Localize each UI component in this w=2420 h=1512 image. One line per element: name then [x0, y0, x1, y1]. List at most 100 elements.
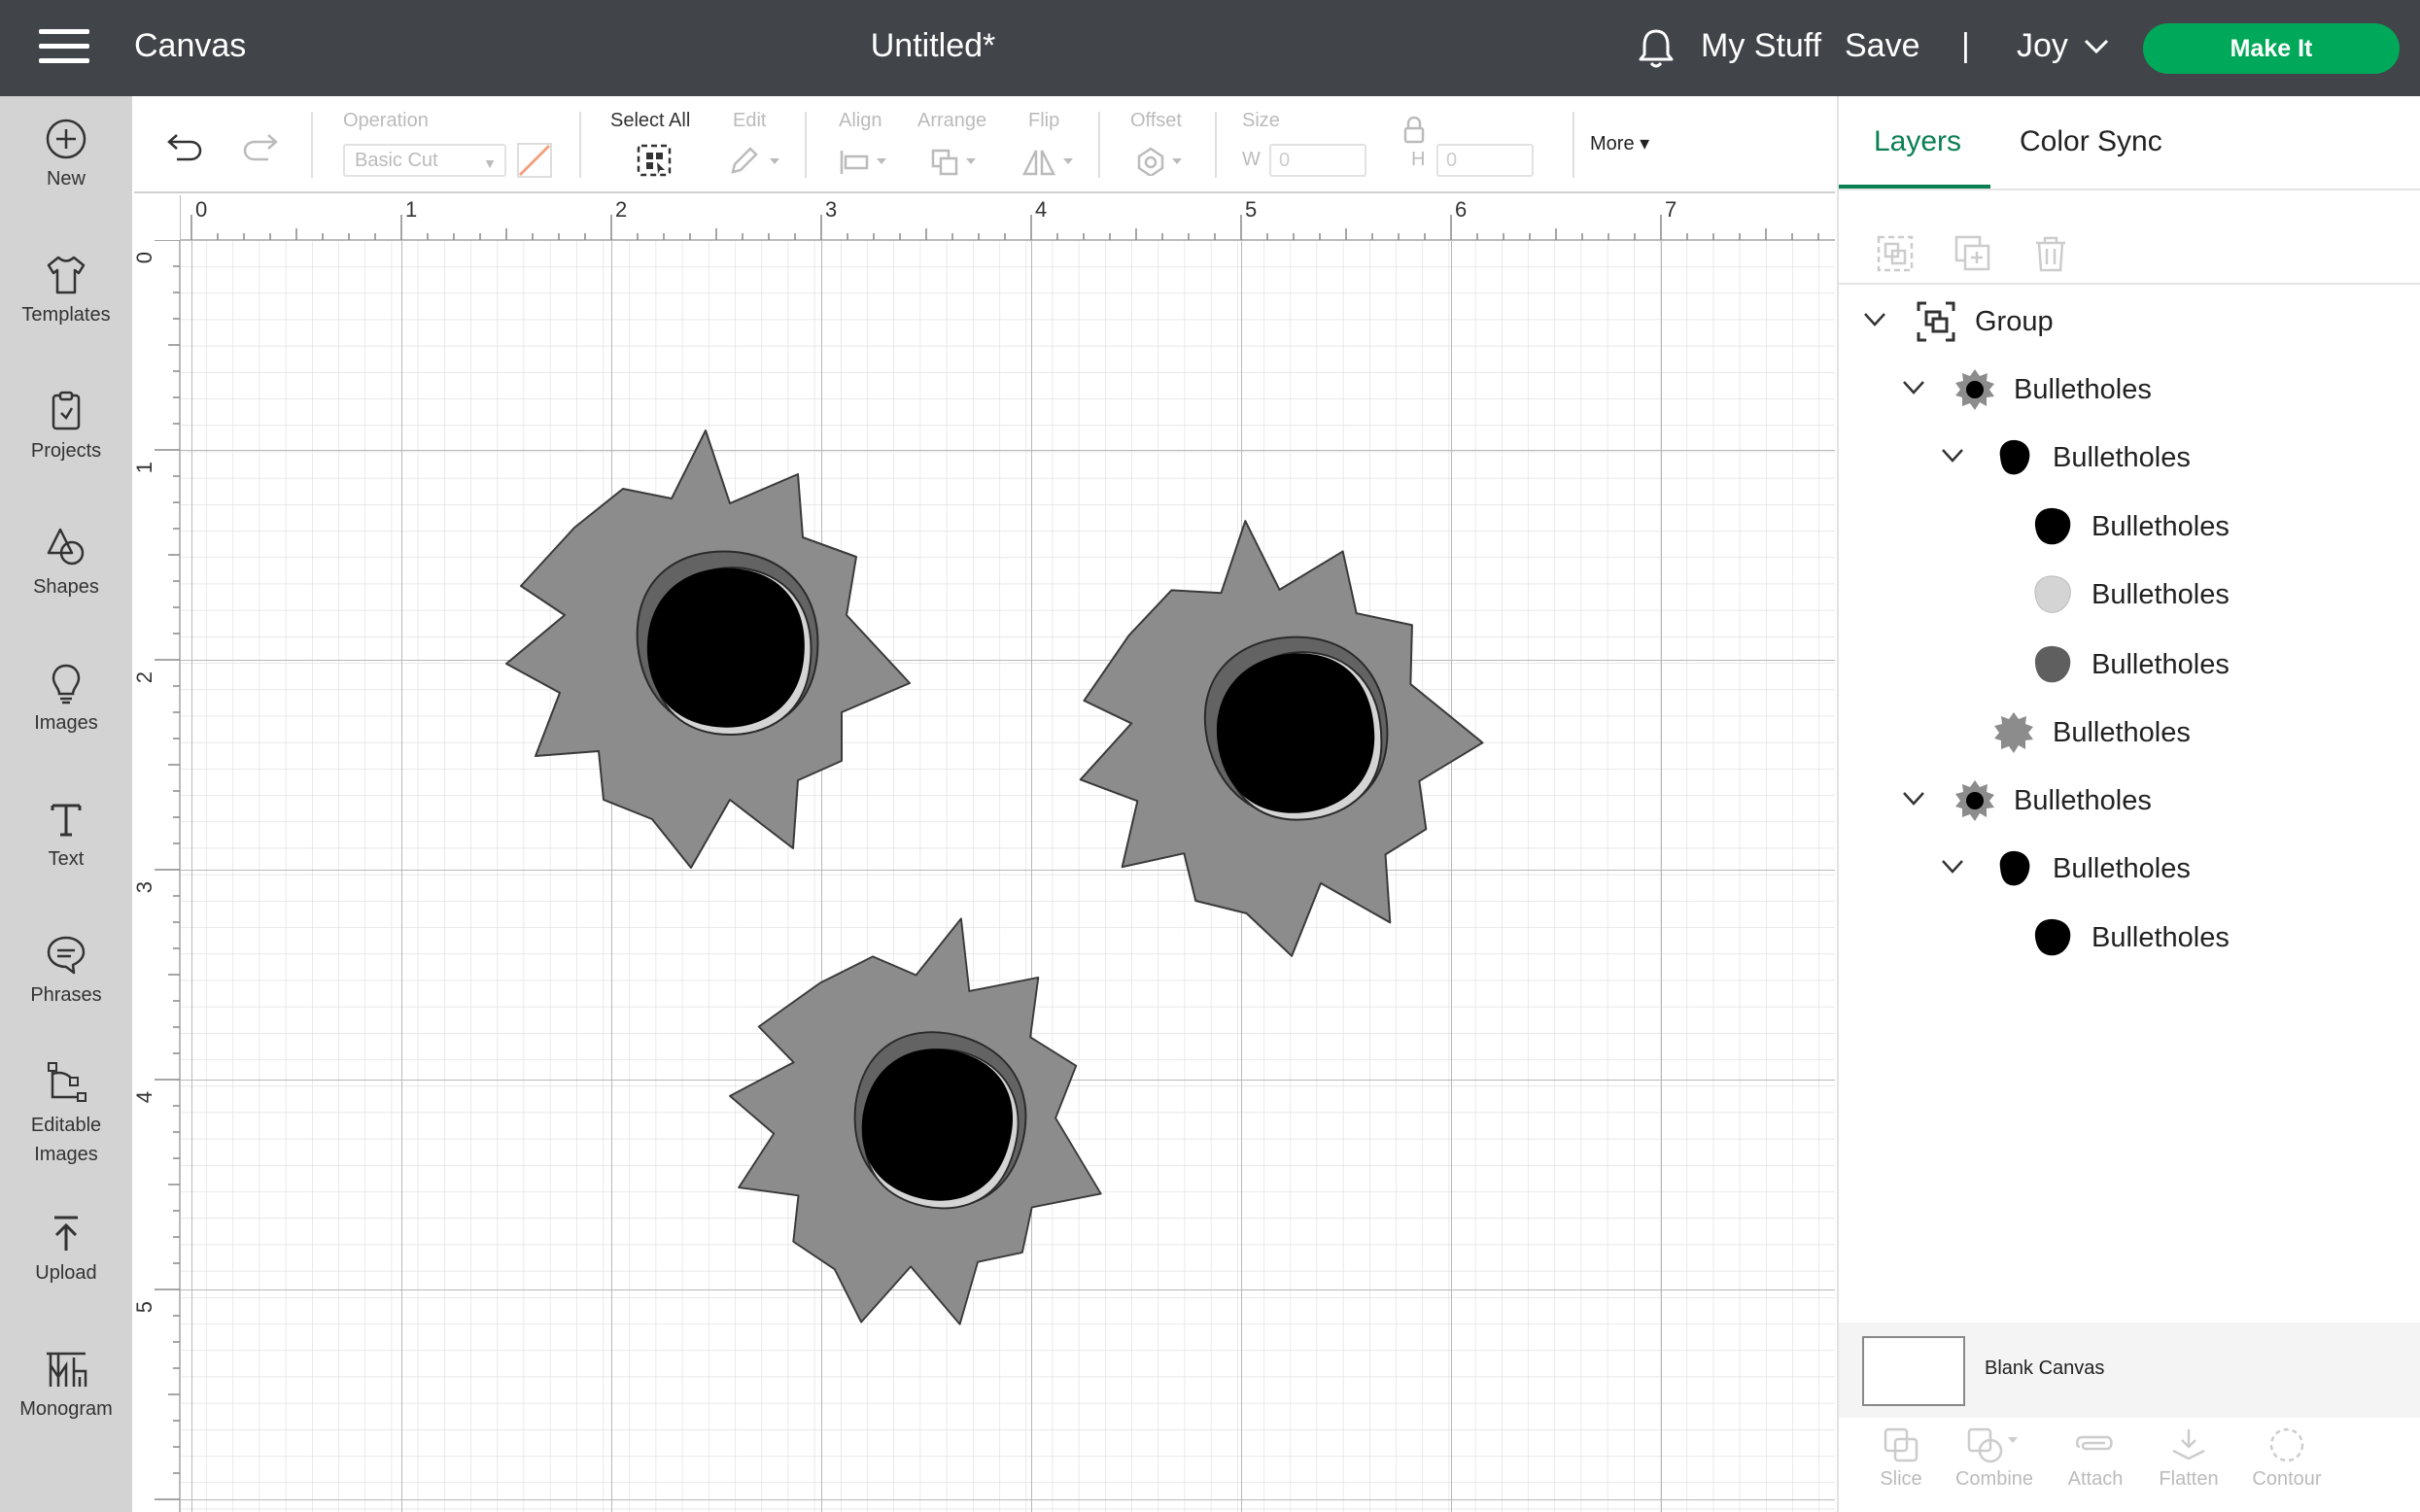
blank-canvas-row[interactable]: Blank Canvas	[1839, 1323, 2420, 1418]
layers-panel: Layers Color Sync Group Bulletholes Bull…	[1837, 96, 2420, 1512]
trash-icon[interactable]	[2031, 234, 2070, 273]
flatten-label: Flatten	[2159, 1468, 2219, 1490]
offset-icon[interactable]	[1135, 147, 1190, 176]
arrange-icon[interactable]	[929, 147, 984, 176]
chevron-down-icon[interactable]	[1940, 857, 1965, 876]
flip-icon[interactable]	[1020, 147, 1079, 176]
toolbar-separator	[1215, 112, 1217, 178]
select-all-icon[interactable]	[636, 143, 673, 178]
layer-row[interactable]: Bulletholes	[1839, 355, 2420, 425]
ruler-top-label: 7	[1665, 197, 1677, 222]
bottom-tools: Slice Combine Attach Flatten Contour	[1839, 1418, 2420, 1512]
layer-name: Bulletholes	[2092, 511, 2230, 542]
redo-icon[interactable]	[241, 129, 280, 162]
sidebar-item-editable-images[interactable]: Editable Images	[0, 1060, 132, 1169]
paperclip-icon	[2076, 1435, 2113, 1451]
sidebar-item-phrases[interactable]: Phrases	[0, 934, 132, 1007]
sidebar-item-monogram[interactable]: Monogram	[0, 1348, 132, 1421]
layer-row[interactable]: Bulletholes	[1839, 834, 2420, 904]
toolbar-separator	[805, 112, 807, 178]
contour-button[interactable]: Contour	[2243, 1426, 2331, 1491]
height-field[interactable]: 0	[1436, 144, 1534, 177]
layer-row[interactable]: Bulletholes	[1839, 766, 2420, 836]
vector-edit-icon	[48, 1062, 86, 1102]
layer-row[interactable]: Bulletholes	[1839, 903, 2420, 973]
tab-color-sync[interactable]: Color Sync	[2020, 125, 2162, 158]
sidebar-item-label: Monogram	[19, 1398, 113, 1420]
chevron-down-icon[interactable]	[1940, 446, 1965, 465]
sidebar-item-images[interactable]: Images	[0, 662, 132, 735]
align-icon[interactable]	[838, 147, 892, 176]
make-it-button[interactable]: Make It	[2143, 23, 2400, 74]
chevron-down-icon[interactable]	[1901, 789, 1926, 808]
bullethole-icon	[1955, 369, 1994, 410]
group-icon	[1917, 301, 1955, 342]
operation-select[interactable]: Basic Cut ▼	[343, 144, 506, 177]
sidebar-item-label: Text	[48, 848, 85, 870]
undo-icon[interactable]	[165, 129, 204, 162]
combine-icon	[1967, 1427, 2018, 1463]
document-title[interactable]: Untitled*	[0, 27, 1866, 65]
bullethole-icon	[1955, 780, 1994, 821]
attach-label: Attach	[2067, 1468, 2124, 1490]
monogram-icon	[47, 1352, 87, 1387]
contour-label: Contour	[2252, 1468, 2322, 1490]
toolbar-separator	[1573, 112, 1574, 178]
top-bar: Canvas Untitled* My Stuff Save | Joy Mak…	[0, 0, 2420, 96]
user-menu[interactable]: Joy	[2017, 27, 2068, 65]
tab-layers[interactable]: Layers	[1874, 125, 1961, 158]
layer-row[interactable]: Bulletholes	[1839, 630, 2420, 700]
layer-row[interactable]: Bulletholes	[1839, 423, 2420, 493]
blank-canvas-thumbnail	[1862, 1336, 1965, 1406]
sidebar-item-text[interactable]: Text	[0, 798, 132, 871]
combine-button[interactable]: Combine	[1946, 1426, 2043, 1491]
sidebar-item-new[interactable]: New	[0, 118, 132, 190]
group-layers-icon[interactable]	[1876, 234, 1915, 273]
attach-button[interactable]: Attach	[2057, 1426, 2134, 1491]
width-field[interactable]: 0	[1269, 144, 1366, 177]
upload-icon	[54, 1216, 78, 1251]
sidebar-item-label: Templates	[21, 304, 111, 326]
chevron-down-icon[interactable]	[2084, 39, 2109, 54]
toolbar-separator	[1098, 112, 1100, 178]
layer-row[interactable]: Bulletholes	[1839, 492, 2420, 562]
sidebar-item-shapes[interactable]: Shapes	[0, 526, 132, 599]
ruler-top-label: 5	[1245, 197, 1257, 222]
topbar-divider: |	[1961, 27, 1970, 64]
edit-pencil-icon[interactable]	[727, 147, 785, 176]
design-canvas[interactable]: 0 1 2 3 4 5 6 7 0 1 2 3 4 5	[134, 195, 1835, 1512]
more-dropdown[interactable]: More ▾	[1590, 131, 1649, 155]
ruler-left-label: 0	[134, 252, 156, 263]
ruler-top-label: 3	[825, 197, 837, 222]
light-gray-blob-icon	[2034, 575, 2071, 613]
combine-label: Combine	[1954, 1468, 2034, 1490]
bell-icon[interactable]	[1637, 27, 1676, 70]
ruler-left-label: 1	[134, 462, 156, 473]
no-color-swatch-icon[interactable]	[517, 143, 552, 178]
slice-label: Slice	[1880, 1468, 1922, 1490]
sidebar-item-upload[interactable]: Upload	[0, 1212, 132, 1285]
sidebar-item-projects[interactable]: Projects	[0, 390, 132, 463]
flatten-button[interactable]: Flatten	[2150, 1426, 2228, 1491]
layer-row-group[interactable]: Group	[1839, 287, 2420, 357]
my-stuff-link[interactable]: My Stuff	[1701, 27, 1821, 65]
sidebar-item-label: Shapes	[33, 576, 99, 598]
lock-icon[interactable]	[1401, 116, 1427, 145]
tshirt-icon	[47, 256, 86, 294]
canvas-grid: 0 1 2 3 4 5 6 7 0 1 2 3 4 5	[134, 195, 1835, 1512]
select-all-label: Select All	[610, 110, 691, 131]
ruler-top-label: 4	[1035, 197, 1047, 222]
chevron-down-icon[interactable]	[1862, 310, 1887, 329]
left-sidebar: New Templates Projects Shapes Images Tex…	[0, 96, 132, 1512]
duplicate-icon[interactable]	[1953, 234, 1992, 273]
black-blob-icon	[2034, 918, 2071, 956]
layer-name: Bulletholes	[2053, 853, 2191, 884]
clipboard-icon	[52, 391, 81, 430]
operation-label: Operation	[343, 110, 429, 131]
slice-button[interactable]: Slice	[1864, 1426, 1938, 1491]
save-button[interactable]: Save	[1845, 27, 1920, 65]
sidebar-item-templates[interactable]: Templates	[0, 254, 132, 326]
layer-row[interactable]: Bulletholes	[1839, 698, 2420, 768]
chevron-down-icon[interactable]	[1901, 378, 1926, 397]
layer-row[interactable]: Bulletholes	[1839, 560, 2420, 630]
